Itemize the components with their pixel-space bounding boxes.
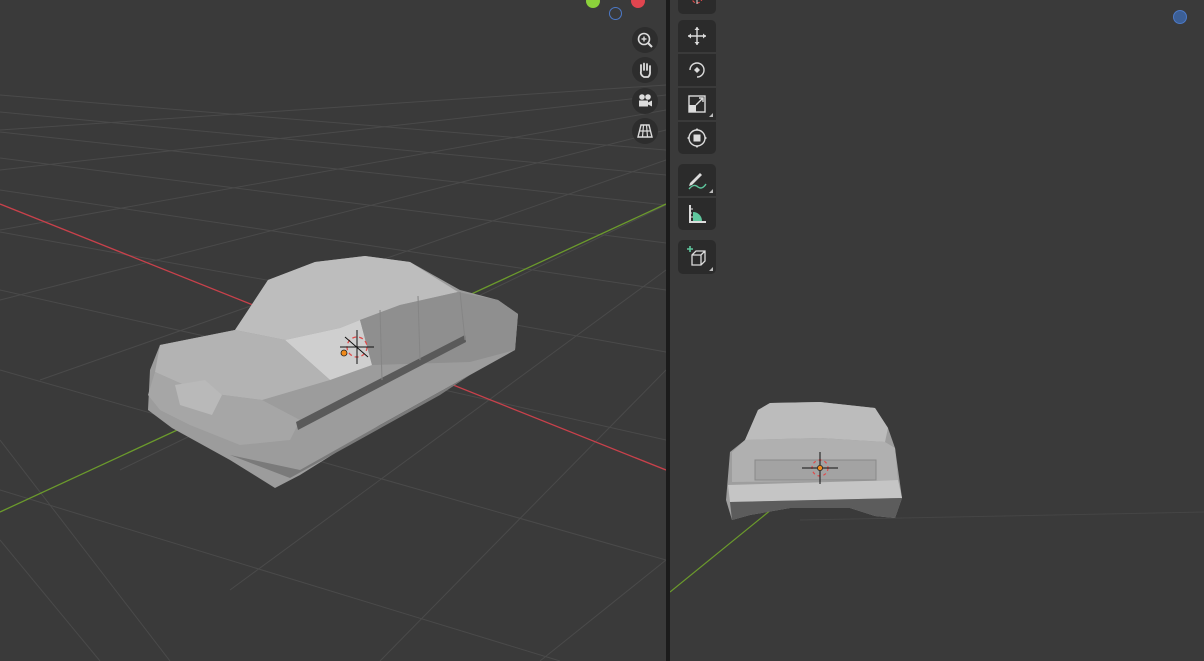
scale-tool[interactable] [678, 88, 716, 120]
perspective-toggle-button[interactable] [632, 118, 658, 144]
scene-right[interactable] [670, 0, 1204, 661]
rotate-icon [689, 62, 705, 78]
zoom-icon[interactable] [1200, 32, 1204, 50]
zoom-button[interactable] [632, 27, 658, 53]
floor-horizon [799, 511, 1204, 521]
add-cube-icon [687, 246, 706, 266]
viewport-left[interactable] [0, 0, 666, 661]
hand-pan-icon[interactable] [1200, 62, 1204, 80]
move-icon [688, 27, 706, 45]
grid-perspective-icon [637, 124, 653, 138]
cursor-tool[interactable] [678, 0, 716, 14]
move-tool[interactable] [678, 20, 716, 52]
hand-pan-icon [639, 62, 651, 78]
transform-icon [687, 128, 707, 148]
car-model-front[interactable] [726, 402, 902, 520]
rotate-tool[interactable] [678, 54, 716, 86]
camera-view-button[interactable] [632, 88, 658, 114]
scene-left[interactable] [0, 0, 666, 661]
pan-button[interactable] [632, 57, 658, 83]
scale-icon [688, 95, 706, 113]
camera-icon[interactable] [1200, 92, 1204, 110]
car-model[interactable] [148, 256, 518, 488]
grid-perspective-icon[interactable] [1200, 122, 1204, 140]
gizmo-z-dot[interactable] [609, 7, 622, 20]
gizmo-z-dot[interactable] [1173, 10, 1187, 24]
add-cube-tool[interactable] [678, 240, 716, 274]
measure-tool[interactable] [678, 198, 716, 230]
transform-tool[interactable] [678, 122, 716, 154]
cursor-icon [691, 0, 703, 4]
zoom-icon [637, 32, 653, 48]
camera-icon [639, 94, 652, 107]
annotate-tool[interactable] [678, 164, 716, 196]
viewport-right[interactable] [670, 0, 1204, 661]
measure-icon [689, 205, 706, 223]
annotate-icon [688, 173, 707, 190]
